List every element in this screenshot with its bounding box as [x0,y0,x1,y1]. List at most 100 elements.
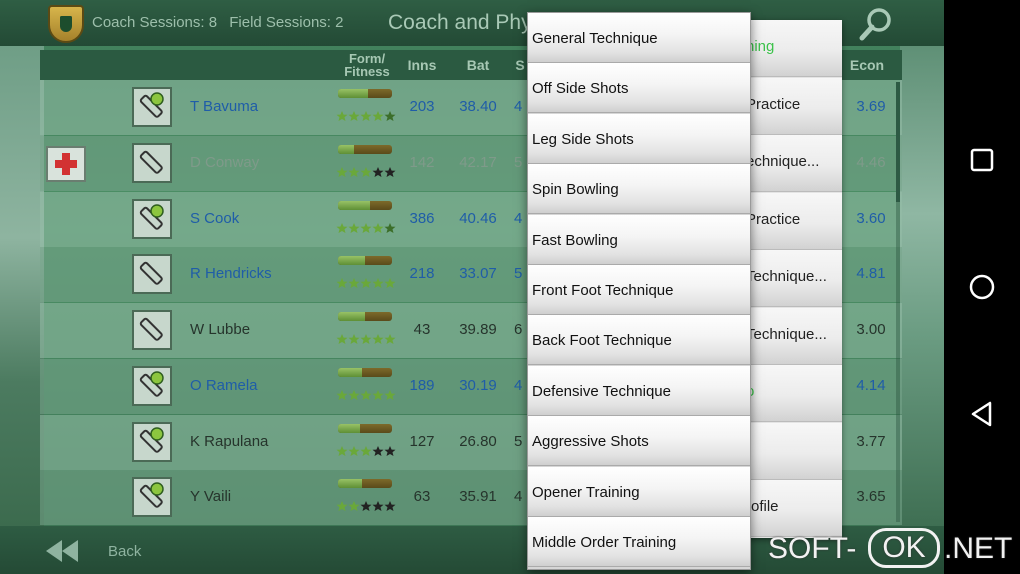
recents-button[interactable] [966,144,998,176]
back-arrow-icon[interactable] [46,540,82,562]
col-econ[interactable]: Econ [840,50,894,80]
dropdown-option-label: Front Foot Technique [532,282,674,299]
form-bar-fill [338,89,368,98]
back-button[interactable]: Back [108,543,141,560]
dropdown-option[interactable]: General Technique [528,13,750,63]
economy-value: 3.77 [856,432,886,450]
dropdown-option-label: Off Side Shots [532,80,629,98]
form-bar-fill [338,312,365,321]
dropdown-option-label: Aggressive Shots [532,433,649,451]
batting-average-value: 30.19 [459,376,497,394]
scrollbar-thumb[interactable] [896,82,900,202]
s-value: 4 [514,98,523,115]
innings-value: 63 [413,488,431,506]
dropdown-option[interactable]: Front Foot Technique [528,265,750,315]
search-button[interactable] [856,4,896,44]
s-value: 5 [514,432,523,450]
fitness-stars [336,221,398,233]
player-name[interactable]: O Ramela [190,377,258,394]
form-bar-fill [338,256,365,266]
form-bar-fill [338,423,360,433]
fitness-stars [336,388,398,400]
economy-value: 4.81 [856,265,886,283]
player-name[interactable]: Y Vaili [190,488,231,505]
innings-value: 218 [409,265,435,283]
col-form-fitness[interactable]: Form/ Fitness [338,50,396,80]
player-name[interactable]: D Conway [190,154,259,171]
dropdown-option[interactable]: Leg Side Shots [528,113,750,164]
batting-keeper-icon [132,87,172,127]
fitness-stars [336,276,398,289]
training-dropdown: General Technique Off Side Shots Leg Side … [527,12,751,570]
dropdown-option[interactable]: Back Foot Technique [528,315,750,366]
search-icon [859,8,891,41]
batsman-icon [132,310,172,350]
col-bat[interactable]: Bat [456,50,500,80]
dropdown-option[interactable]: Defensive Technique [528,365,750,416]
s-value: 5 [514,265,523,283]
field-sessions: Field Sessions: 2 [229,14,344,31]
home-icon [969,274,995,300]
form-bar [338,89,392,98]
economy-value: 3.00 [856,321,886,338]
player-name[interactable]: T Bavuma [190,98,258,115]
economy-value: 4.14 [856,376,886,394]
player-name[interactable]: K Rapulana [190,433,268,450]
batting-average-value: 40.46 [459,209,497,227]
fitness-stars [336,165,398,177]
dropdown-option-label: Spin Bowling [532,181,619,199]
dropdown-option[interactable]: Off Side Shots [528,63,750,114]
dropdown-option[interactable]: Aggressive Shots [528,416,750,467]
training-category-label: Practice [746,95,801,113]
batting-keeper-icon [132,477,172,518]
double-chevron-left-icon [46,540,78,562]
col-inns[interactable]: Inns [400,50,444,80]
form-bar [338,144,392,154]
fitness-stars [336,332,398,344]
s-value: 4 [514,488,523,506]
home-button[interactable] [966,271,998,303]
col-form-label: Form/ Fitness [344,51,390,79]
dropdown-option-label: Leg Side Shots [532,130,634,148]
training-category-label: Technique... [746,268,827,285]
form-bar [338,256,392,266]
batting-keeper-icon [132,421,172,462]
injury-badge[interactable] [46,145,86,182]
form-bar [338,367,392,377]
form-bar-fill [338,367,363,377]
dropdown-option-label: Defensive Technique [532,382,671,400]
form-bar [338,200,392,210]
innings-value: 386 [409,209,435,227]
stadium-background-left [0,46,44,526]
innings-value: 43 [413,321,431,338]
team-crest-icon [48,5,84,43]
batting-keeper-icon [132,365,172,406]
dropdown-option[interactable]: Spin Bowling [528,164,750,215]
form-bar [338,479,392,489]
player-name[interactable]: S Cook [190,210,239,227]
batting-average-value: 33.07 [459,265,497,283]
batsman-icon [132,254,172,295]
economy-value: 3.69 [856,98,886,115]
back-nav-button[interactable] [966,398,998,430]
batting-keeper-icon [132,198,172,239]
back-icon [971,401,992,427]
form-bar [338,312,392,321]
dropdown-option[interactable]: Middle Order Training [528,517,750,567]
batting-average-value: 39.89 [459,321,497,338]
dropdown-option[interactable]: Opener Training [528,466,750,517]
dropdown-option-label: Opener Training [532,483,640,501]
s-value: 4 [514,209,523,227]
batting-average-value: 35.91 [459,488,497,506]
stadium-background-right [900,46,944,526]
player-name[interactable]: R Hendricks [190,265,272,282]
s-value: 6 [514,321,523,338]
s-value: 5 [514,153,523,171]
innings-value: 142 [409,153,435,171]
dropdown-option[interactable]: Fast Bowling [528,214,750,265]
batting-average-value: 26.80 [459,432,497,450]
batting-average-value: 38.40 [459,98,497,115]
fitness-stars [336,109,398,121]
player-name[interactable]: W Lubbe [190,321,250,338]
fitness-stars [336,444,398,456]
